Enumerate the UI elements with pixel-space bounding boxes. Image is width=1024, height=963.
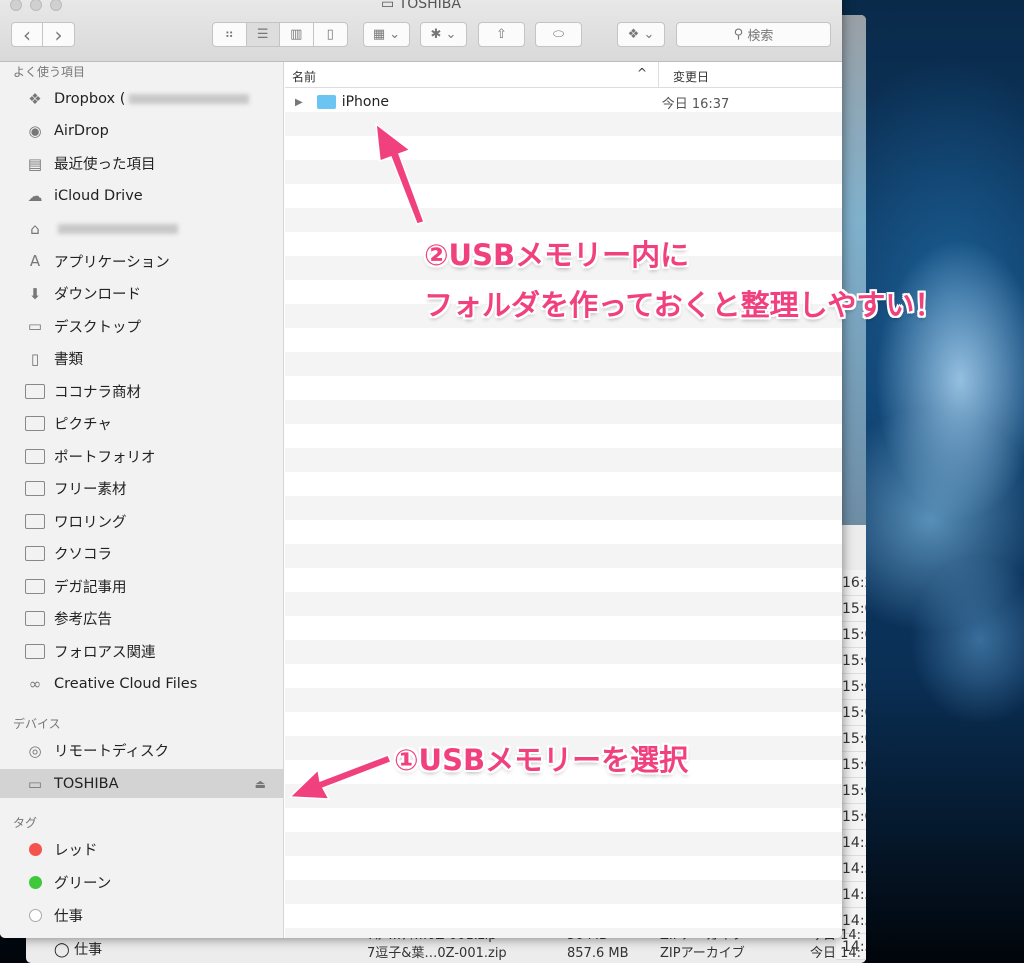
annotation-step2-line1: ②USBメモリー内に [424, 238, 690, 272]
arrow-to-drive [288, 754, 392, 800]
arrow-to-folder [375, 122, 425, 225]
annotation-arrows [288, 122, 425, 800]
annotation-step2-line2: フォルダを作っておくと整理しやすい！ [424, 288, 944, 322]
annotation-step1: ①USBメモリーを選択 [394, 743, 689, 777]
